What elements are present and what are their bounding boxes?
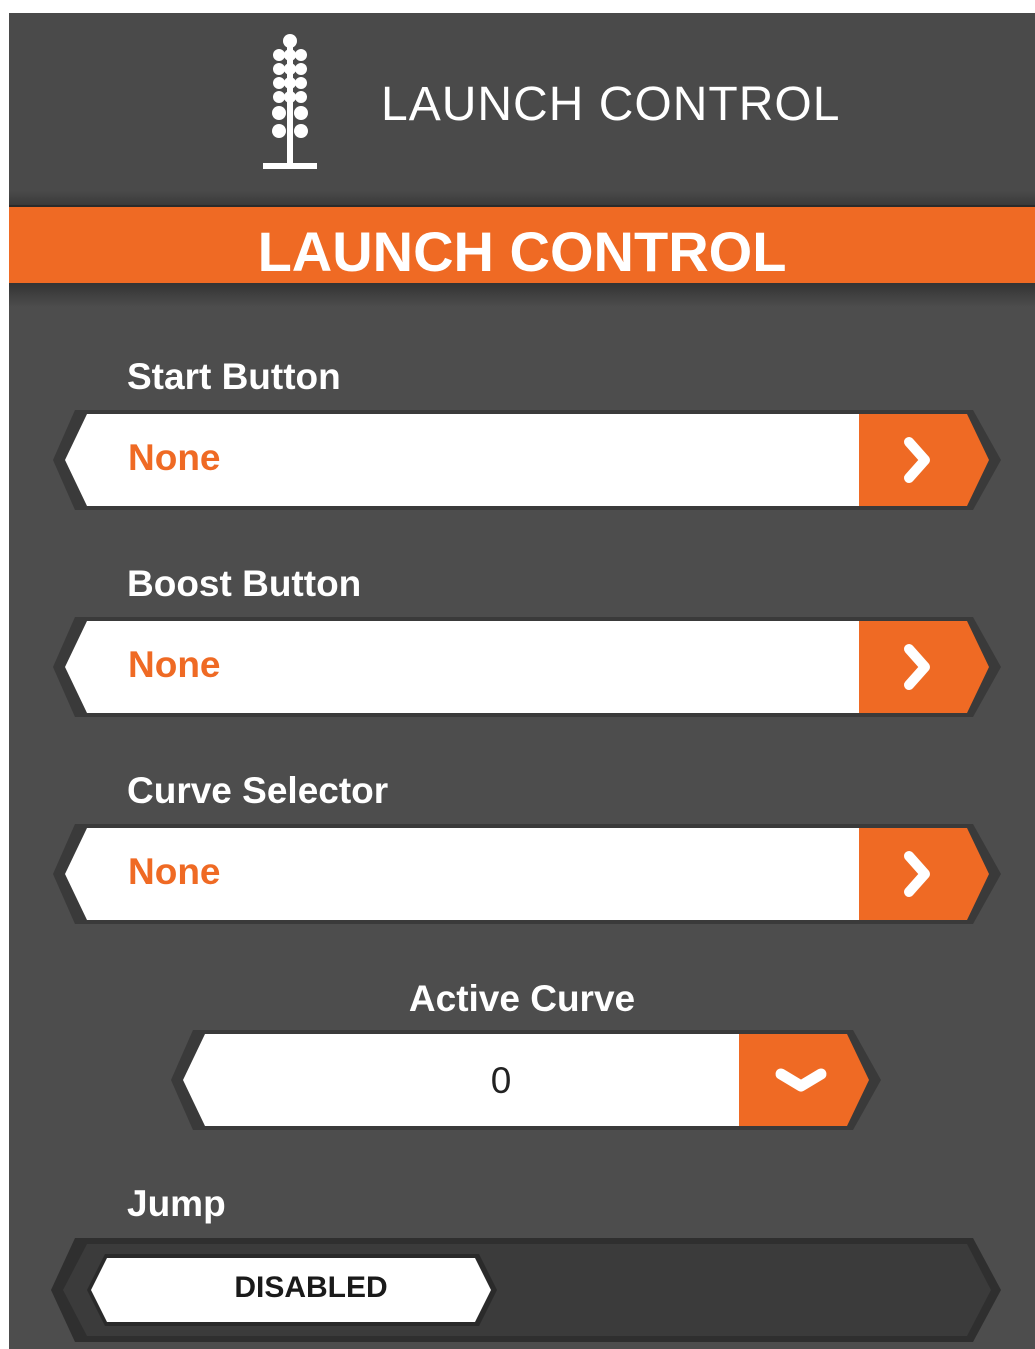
start-button-value: None <box>128 437 221 478</box>
header: LAUNCH CONTROL <box>9 13 1035 203</box>
start-button-label: Start Button <box>127 356 341 397</box>
jump-label: Jump <box>127 1183 226 1224</box>
boost-button-selector[interactable]: None <box>53 617 1001 717</box>
header-title: LAUNCH CONTROL <box>381 78 841 131</box>
start-button-selector[interactable]: None <box>53 410 1001 510</box>
active-curve-dropdown[interactable]: 0 <box>171 1030 881 1130</box>
jump-state-label: DISABLED <box>234 1271 388 1304</box>
active-curve-label: Active Curve <box>408 978 636 1019</box>
boost-button-value: None <box>128 644 221 685</box>
chevron-right-icon <box>904 437 930 483</box>
curve-selector-value: None <box>128 851 221 892</box>
title-bar-shadow <box>9 283 1035 307</box>
header-divider <box>9 191 1035 205</box>
curve-selector-next-button[interactable] <box>859 824 1001 924</box>
chevron-right-icon <box>904 644 930 690</box>
chevron-down-icon <box>775 1068 827 1092</box>
chevron-right-icon <box>904 851 930 897</box>
start-button-next-button[interactable] <box>859 410 1001 510</box>
christmas-tree-light-icon <box>257 33 323 173</box>
boost-button-next-button[interactable] <box>859 617 1001 717</box>
title-bar: LAUNCH CONTROL <box>9 205 1035 285</box>
curve-selector-label: Curve Selector <box>127 770 389 811</box>
launch-control-screen: LAUNCH CONTROL LAUNCH CONTROL Start Butt… <box>9 13 1035 1349</box>
active-curve-expand-button[interactable] <box>739 1030 881 1130</box>
active-curve-value: 0 <box>490 1060 512 1101</box>
jump-toggle[interactable]: DISABLED <box>51 1238 1001 1342</box>
page-title: LAUNCH CONTROL <box>257 220 787 283</box>
boost-button-label: Boost Button <box>127 563 362 604</box>
curve-selector-selector[interactable]: None <box>53 824 1001 924</box>
